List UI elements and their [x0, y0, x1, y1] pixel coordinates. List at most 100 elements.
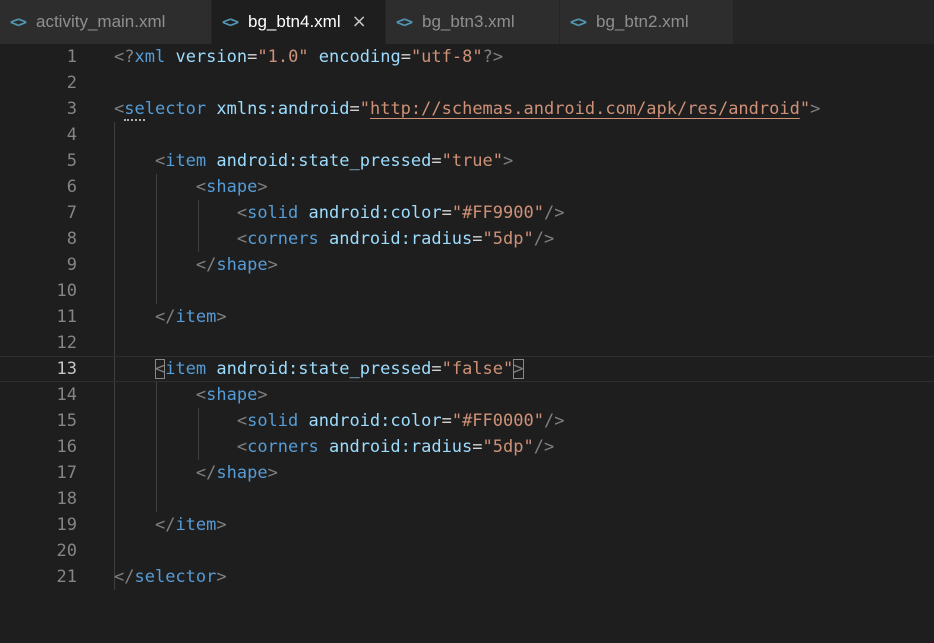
line-number: 17: [56, 463, 77, 483]
close-icon[interactable]: ×: [352, 13, 367, 31]
code-token: android:state_pressed: [216, 151, 432, 171]
code-text[interactable]: <?xml version="1.0" encoding="utf-8"?>: [114, 44, 503, 70]
tab-bar: <> activity_main.xml <> bg_btn4.xml × <>…: [0, 0, 934, 44]
line-number: 2: [66, 73, 77, 93]
code-token: "5dp": [482, 229, 534, 249]
code-text[interactable]: <solid android:color="#FF0000"/>: [114, 408, 565, 434]
code-token: =: [441, 203, 452, 223]
code-token: =: [431, 151, 442, 171]
xml-file-icon: <>: [570, 13, 587, 31]
code-line[interactable]: 18: [0, 486, 934, 512]
tab-label: activity_main.xml: [36, 12, 166, 31]
code-line[interactable]: 9 </shape>: [0, 252, 934, 278]
code-token: item: [165, 359, 207, 379]
code-token: "#FF0000": [451, 411, 544, 431]
code-token: xml: [134, 47, 166, 67]
code-line[interactable]: 15 <solid android:color="#FF0000"/>: [0, 408, 934, 434]
code-token: "5dp": [482, 437, 534, 457]
code-token: "utf-8": [410, 47, 483, 67]
code-token: ?>: [482, 47, 504, 67]
line-number: 13: [56, 359, 77, 379]
tab-label: bg_btn2.xml: [596, 12, 689, 31]
code-text[interactable]: </item>: [114, 512, 227, 538]
code-line[interactable]: 10: [0, 278, 934, 304]
xml-file-icon: <>: [396, 13, 413, 31]
tab-activity-main[interactable]: <> activity_main.xml: [0, 0, 212, 44]
code-text[interactable]: <selector xmlns:android="http://schemas.…: [114, 96, 820, 122]
code-text[interactable]: </shape>: [114, 252, 278, 278]
code-editor[interactable]: 1 <?xml version="1.0" encoding="utf-8"?> 2…: [0, 44, 934, 643]
code-text[interactable]: </item>: [114, 304, 227, 330]
code-line[interactable]: 17 </shape>: [0, 460, 934, 486]
xml-file-icon: <>: [222, 13, 239, 31]
code-text[interactable]: </shape>: [114, 460, 278, 486]
code-line[interactable]: 20: [0, 538, 934, 564]
code-text[interactable]: <corners android:radius="5dp"/>: [114, 226, 554, 252]
code-token: android:color: [308, 411, 442, 431]
code-token: =: [441, 411, 452, 431]
code-line[interactable]: 14 <shape>: [0, 382, 934, 408]
code-line[interactable]: 12: [0, 330, 934, 356]
code-token: selector: [134, 567, 217, 587]
code-token: </: [154, 515, 176, 535]
code-token: android:color: [308, 203, 442, 223]
code-line[interactable]: 1 <?xml version="1.0" encoding="utf-8"?>: [0, 44, 934, 70]
code-token: "#FF9900": [451, 203, 544, 223]
code-token: =: [247, 47, 258, 67]
code-token: <: [154, 151, 166, 171]
code-token: shape: [216, 255, 268, 275]
code-line[interactable]: 2: [0, 70, 934, 96]
code-line[interactable]: 6 <shape>: [0, 174, 934, 200]
code-line[interactable]: 21 </selector>: [0, 564, 934, 590]
code-text[interactable]: </selector>: [114, 564, 227, 590]
code-text[interactable]: <item android:state_pressed="false">: [114, 357, 524, 381]
code-token: <: [236, 203, 248, 223]
code-text[interactable]: <corners android:radius="5dp"/>: [114, 434, 554, 460]
code-line[interactable]: 4: [0, 122, 934, 148]
code-line[interactable]: 7 <solid android:color="#FF9900"/>: [0, 200, 934, 226]
code-line[interactable]: 16 <corners android:radius="5dp"/>: [0, 434, 934, 460]
tab-bg-btn2[interactable]: <> bg_btn2.xml: [560, 0, 734, 44]
code-token: solid: [247, 411, 299, 431]
code-line[interactable]: 19 </item>: [0, 512, 934, 538]
code-text[interactable]: <shape>: [114, 382, 268, 408]
line-number: 12: [56, 333, 77, 353]
code-line[interactable]: 13 <item android:state_pressed="false">: [0, 356, 934, 382]
code-line[interactable]: 8 <corners android:radius="5dp"/>: [0, 226, 934, 252]
code-token: item: [175, 515, 217, 535]
line-number: 11: [56, 307, 77, 327]
code-token: </: [154, 307, 176, 327]
tab-bg-btn3[interactable]: <> bg_btn3.xml: [386, 0, 560, 44]
code-text[interactable]: <item android:state_pressed="true">: [114, 148, 513, 174]
code-token: android:state_pressed: [216, 359, 432, 379]
code-text[interactable]: <shape>: [114, 174, 268, 200]
code-token: android:radius: [328, 437, 473, 457]
code-line[interactable]: 3 <selector xmlns:android="http://schemas…: [0, 96, 934, 122]
code-token: http://schemas.android.com/apk/res/andro…: [369, 99, 800, 119]
code-token: solid: [247, 203, 299, 223]
code-token: >: [267, 255, 278, 275]
code-token: <: [236, 411, 248, 431]
tab-bg-btn4[interactable]: <> bg_btn4.xml ×: [212, 0, 386, 44]
code-token: </: [195, 463, 217, 483]
code-token: />: [533, 229, 555, 249]
code-token: >: [216, 567, 227, 587]
code-text[interactable]: <solid android:color="#FF9900"/>: [114, 200, 565, 226]
code-token: =: [431, 359, 442, 379]
code-line[interactable]: 11 </item>: [0, 304, 934, 330]
line-number: 15: [56, 411, 77, 431]
line-number: 4: [66, 125, 77, 145]
code-token: </: [114, 567, 135, 587]
code-token: >: [257, 385, 268, 405]
code-line[interactable]: 5 <item android:state_pressed="true">: [0, 148, 934, 174]
line-number: 18: [56, 489, 77, 509]
